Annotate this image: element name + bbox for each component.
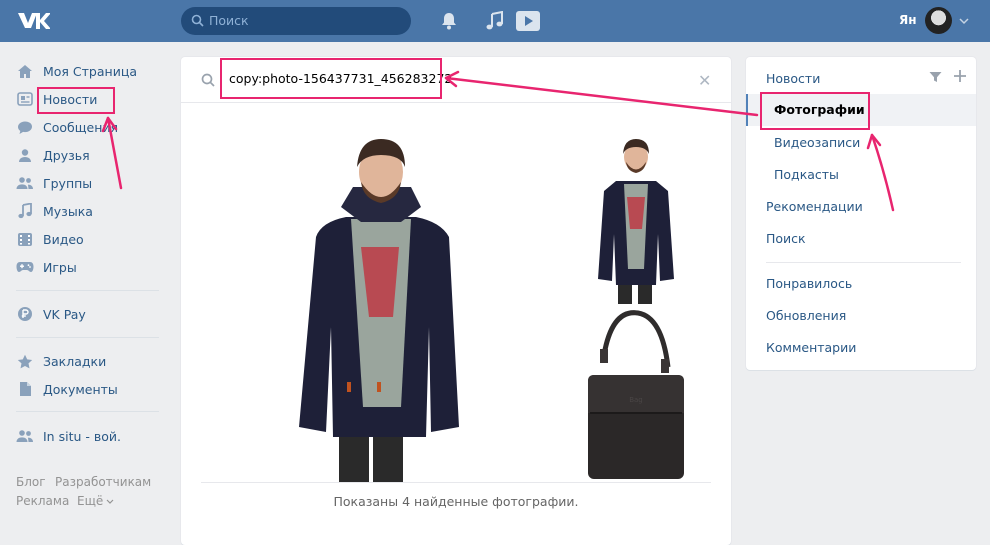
avatar[interactable] xyxy=(925,7,952,34)
groups-icon xyxy=(16,428,34,444)
highlight-box-photos xyxy=(760,92,870,130)
photo-result-bag[interactable]: Bag xyxy=(576,307,696,482)
footer-link-more[interactable]: Ещё xyxy=(77,494,103,508)
menu-item-comments[interactable]: Комментарии xyxy=(766,340,856,355)
sidebar-item-friends[interactable]: Друзья xyxy=(16,145,90,165)
music-icon xyxy=(16,203,34,219)
menu-item-search[interactable]: Поиск xyxy=(766,231,806,246)
menu-item-podcasts[interactable]: Подкасты xyxy=(774,167,839,182)
sidebar-item-music[interactable]: Музыка xyxy=(16,201,93,221)
bell-icon[interactable] xyxy=(441,12,457,30)
menu-item-recommendations[interactable]: Рекомендации xyxy=(766,199,863,214)
top-bar: Поиск Ян xyxy=(0,0,990,42)
close-icon[interactable]: ✕ xyxy=(698,71,711,90)
sidebar-item-group-in-situ[interactable]: In situ - вой. xyxy=(16,426,121,446)
groups-icon xyxy=(16,175,34,191)
results-count-text: Показаны 4 найденные фотографии. xyxy=(333,494,579,509)
sidebar-item-label: Видео xyxy=(43,231,84,247)
menu-divider xyxy=(766,262,961,263)
menu-item-news[interactable]: Новости xyxy=(766,71,820,86)
star-icon xyxy=(16,353,34,369)
sidebar-item-my-page[interactable]: Моя Страница xyxy=(16,61,137,81)
sidebar-item-label: Друзья xyxy=(43,147,90,163)
friends-icon xyxy=(16,147,34,163)
menu-item-updates[interactable]: Обновления xyxy=(766,308,846,323)
vk-logo-icon[interactable] xyxy=(16,11,50,31)
menu-item-liked[interactable]: Понравилось xyxy=(766,276,852,291)
vkpay-icon xyxy=(16,306,34,322)
sidebar-divider xyxy=(16,411,159,412)
gamepad-icon xyxy=(16,259,34,275)
search-icon xyxy=(201,73,215,87)
video-icon xyxy=(16,231,34,247)
photo-result-man-large[interactable] xyxy=(281,127,481,482)
filter-icon[interactable] xyxy=(929,71,942,83)
sidebar-item-label: Сообщения xyxy=(43,119,119,135)
document-icon xyxy=(16,381,34,397)
sidebar-item-label: Музыка xyxy=(43,203,93,219)
home-icon xyxy=(16,63,34,79)
search-icon xyxy=(191,14,204,27)
play-icon[interactable] xyxy=(516,11,540,31)
sidebar-divider xyxy=(16,337,159,338)
sidebar-item-video[interactable]: Видео xyxy=(16,229,84,249)
footer-link-ads[interactable]: Реклама xyxy=(16,494,69,508)
chevron-down-icon[interactable] xyxy=(959,17,969,25)
highlight-box-query xyxy=(220,58,442,99)
sidebar-item-documents[interactable]: Документы xyxy=(16,379,118,399)
footer-link-developers[interactable]: Разработчикам xyxy=(55,475,151,489)
sidebar-item-bookmarks[interactable]: Закладки xyxy=(16,351,106,371)
results-divider xyxy=(201,482,711,483)
sidebar-item-label: VK Pay xyxy=(43,306,86,322)
messages-icon xyxy=(16,119,34,135)
sidebar-item-label: Закладки xyxy=(43,353,107,369)
news-icon xyxy=(16,91,34,107)
sidebar-divider xyxy=(16,290,159,291)
sidebar-item-label: Моя Страница xyxy=(43,63,137,79)
music-note-icon[interactable] xyxy=(486,11,504,31)
chevron-down-icon[interactable] xyxy=(106,499,114,505)
sidebar-item-vkpay[interactable]: VK Pay xyxy=(16,304,86,324)
header-search-input[interactable]: Поиск xyxy=(181,7,411,35)
sidebar-item-label: Группы xyxy=(43,175,93,191)
sidebar-item-label: Документы xyxy=(43,381,118,397)
highlight-box-news xyxy=(37,87,115,114)
sidebar-item-groups[interactable]: Группы xyxy=(16,173,92,193)
footer-link-blog[interactable]: Блог xyxy=(16,475,46,489)
photo-search-panel: copy:photo-156437731_456283272 ✕ Bag Пок… xyxy=(181,57,731,545)
sidebar-item-messages[interactable]: Сообщения xyxy=(16,117,118,137)
sidebar-item-label: Игры xyxy=(43,259,77,275)
sidebar-item-label: In situ - вой. xyxy=(43,428,121,444)
sidebar-item-games[interactable]: Игры xyxy=(16,257,77,277)
user-name[interactable]: Ян xyxy=(899,13,917,27)
plus-icon[interactable] xyxy=(953,69,967,83)
svg-text:Bag: Bag xyxy=(629,396,643,404)
search-placeholder: Поиск xyxy=(209,13,249,28)
menu-item-videos[interactable]: Видеозаписи xyxy=(774,135,860,150)
photo-result-man-small[interactable] xyxy=(576,129,696,304)
